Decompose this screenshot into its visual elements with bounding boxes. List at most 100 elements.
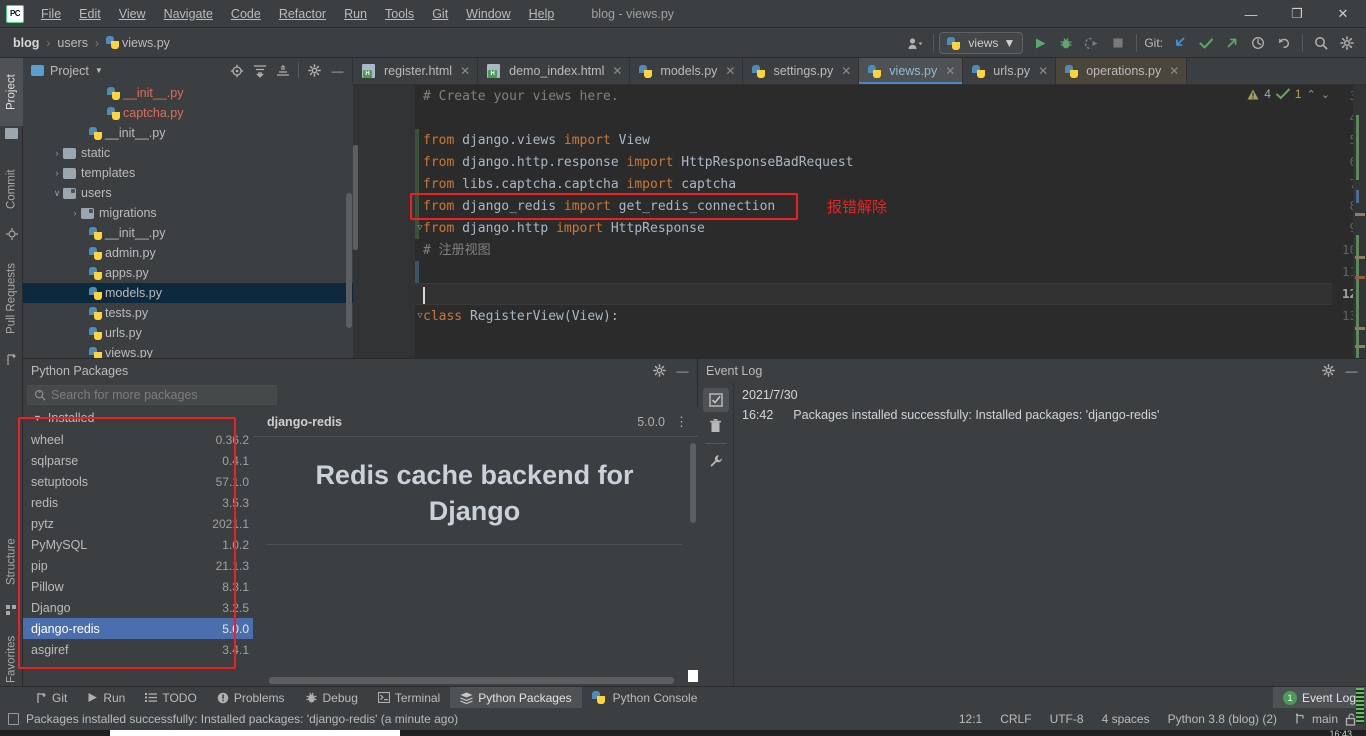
more-options-icon[interactable]: ⋮ xyxy=(675,414,688,430)
inspection-widget[interactable]: 4 1 ⌃ ⌄ xyxy=(1247,87,1330,101)
bottom-tab-debug[interactable]: Debug xyxy=(295,687,368,709)
bottom-tab-git[interactable]: Git xyxy=(26,687,77,709)
project-panel-title-group[interactable]: Project ▼ xyxy=(31,64,103,78)
package-row-sqlparse[interactable]: sqlparse 0.4.1 xyxy=(23,450,253,471)
code-editor[interactable]: 3 4 5 6 7 8 9 10 11 12 13 ▽ ▽ # Create y… xyxy=(353,85,1366,358)
tab-register-html[interactable]: register.html ✕ xyxy=(353,58,479,84)
rollback-icon[interactable] xyxy=(1271,31,1297,55)
tab-operations-py[interactable]: operations.py ✕ xyxy=(1056,58,1188,84)
package-row-django[interactable]: Django 3.2.5 xyxy=(23,597,253,618)
tree-item-captcha-py[interactable]: captcha.py xyxy=(23,103,353,123)
menu-refactor[interactable]: Refactor xyxy=(270,3,335,25)
chevron-down-icon[interactable]: ⌄ xyxy=(1321,88,1330,101)
close-button[interactable]: ✕ xyxy=(1320,0,1366,28)
tree-item-tests-py[interactable]: tests.py xyxy=(23,303,353,323)
collapse-all-icon[interactable] xyxy=(272,61,293,81)
package-detail-vscrollbar[interactable] xyxy=(690,443,696,523)
chevron-down-icon[interactable]: ∨ xyxy=(51,188,63,199)
expand-all-icon[interactable] xyxy=(249,61,270,81)
tree-item-urls-py[interactable]: urls.py xyxy=(23,323,353,343)
push-icon[interactable] xyxy=(1219,31,1245,55)
package-row-pytz[interactable]: pytz 2021.1 xyxy=(23,513,253,534)
menu-window[interactable]: Window xyxy=(457,3,519,25)
tree-item-apps-py[interactable]: apps.py xyxy=(23,263,353,283)
tab-demo-index-html[interactable]: demo_index.html ✕ xyxy=(478,58,631,84)
history-icon[interactable] xyxy=(1245,31,1271,55)
gutter-scrollbar[interactable] xyxy=(353,145,358,250)
profile-icon[interactable] xyxy=(902,31,928,55)
breadcrumb-users[interactable]: users xyxy=(54,35,91,51)
editor-gutter[interactable] xyxy=(353,85,415,358)
breadcrumb-blog[interactable]: blog xyxy=(10,35,42,51)
close-icon[interactable]: ✕ xyxy=(1038,64,1048,78)
package-row-redis[interactable]: redis 3.5.3 xyxy=(23,492,253,513)
tree-item-migrations[interactable]: › migrations xyxy=(23,203,353,223)
minimize-button[interactable]: — xyxy=(1228,0,1274,28)
search-icon[interactable] xyxy=(1308,31,1334,55)
installed-group-header[interactable]: ▼ Installed xyxy=(23,407,253,429)
tree-item-models-py[interactable]: models.py xyxy=(23,283,353,303)
hide-panel-icon[interactable]: — xyxy=(672,361,693,381)
hide-panel-icon[interactable]: — xyxy=(327,61,348,81)
close-icon[interactable]: ✕ xyxy=(841,64,851,78)
package-row-django-redis[interactable]: django-redis 5.0.0 xyxy=(23,618,253,639)
tree-item-static[interactable]: › static xyxy=(23,143,353,163)
close-icon[interactable]: ✕ xyxy=(460,64,470,78)
package-row-pip[interactable]: pip 21.1.3 xyxy=(23,555,253,576)
tree-item-views-py[interactable]: views.py xyxy=(23,343,353,358)
tab-settings-py[interactable]: settings.py ✕ xyxy=(743,58,860,84)
gear-icon[interactable] xyxy=(304,61,325,81)
run-configuration-selector[interactable]: views ▼ xyxy=(939,32,1024,54)
gear-icon[interactable] xyxy=(1334,31,1360,55)
hide-panel-icon[interactable]: — xyxy=(1341,361,1362,381)
package-row-setuptools[interactable]: setuptools 57.1.0 xyxy=(23,471,253,492)
tab-views-py[interactable]: views.py ✕ xyxy=(859,58,964,84)
menu-code[interactable]: Code xyxy=(222,3,270,25)
taskbar-window-item[interactable] xyxy=(110,730,400,736)
tree-item-captcha-init[interactable]: __init__.py xyxy=(23,83,353,103)
breadcrumb-views-py[interactable]: views.py xyxy=(103,35,173,51)
maximize-button[interactable]: ❐ xyxy=(1274,0,1320,28)
file-encoding[interactable]: UTF-8 xyxy=(1041,712,1093,726)
project-tree[interactable]: __init__.py captcha.py __init__.py › sta… xyxy=(23,83,353,358)
menu-help[interactable]: Help xyxy=(520,3,564,25)
commit-icon[interactable] xyxy=(1193,31,1219,55)
bottom-tab-event-log[interactable]: 1 Event Log xyxy=(1272,686,1366,709)
tab-models-py[interactable]: models.py ✕ xyxy=(630,58,744,84)
select-opened-file-icon[interactable] xyxy=(226,61,247,81)
bottom-tab-terminal[interactable]: Terminal xyxy=(368,687,450,709)
bottom-tab-todo[interactable]: TODO xyxy=(135,687,206,709)
tree-item-admin-py[interactable]: admin.py xyxy=(23,243,353,263)
package-row-pillow[interactable]: Pillow 8.3.1 xyxy=(23,576,253,597)
close-icon[interactable]: ✕ xyxy=(612,64,622,78)
indent-setting[interactable]: 4 spaces xyxy=(1093,712,1159,726)
menu-view[interactable]: View xyxy=(110,3,155,25)
run-coverage-button[interactable] xyxy=(1079,31,1105,55)
menu-run[interactable]: Run xyxy=(335,3,376,25)
menu-navigate[interactable]: Navigate xyxy=(155,3,222,25)
update-project-icon[interactable] xyxy=(1167,31,1193,55)
sidebar-item-pull-requests[interactable]: Pull Requests xyxy=(0,246,23,351)
debug-button[interactable] xyxy=(1053,31,1079,55)
bottom-tab-python-console[interactable]: Python Console xyxy=(582,687,708,709)
close-icon[interactable]: ✕ xyxy=(945,64,955,78)
menu-edit[interactable]: Edit xyxy=(70,3,110,25)
installed-packages-list[interactable]: ▼ Installed wheel 0.36.2 sqlparse 0.4.1 … xyxy=(23,407,253,687)
tree-item-templates[interactable]: › templates xyxy=(23,163,353,183)
wrench-icon[interactable] xyxy=(703,449,729,473)
stop-button[interactable] xyxy=(1105,31,1131,55)
bottom-tab-run[interactable]: Run xyxy=(77,687,135,709)
bottom-tab-problems[interactable]: Problems xyxy=(207,687,295,709)
package-row-wheel[interactable]: wheel 0.36.2 xyxy=(23,429,253,450)
close-icon[interactable]: ✕ xyxy=(725,64,735,78)
menu-tools[interactable]: Tools xyxy=(376,3,423,25)
tree-item-users[interactable]: ∨ users xyxy=(23,183,353,203)
bottom-tab-python-packages[interactable]: Python Packages xyxy=(450,686,582,709)
status-message-group[interactable]: Packages installed successfully: Install… xyxy=(8,712,458,726)
tree-item-libs-init[interactable]: __init__.py xyxy=(23,123,353,143)
python-interpreter[interactable]: Python 3.8 (blog) (2) xyxy=(1159,712,1286,726)
project-tree-scrollbar[interactable] xyxy=(346,193,352,328)
close-icon[interactable]: ✕ xyxy=(1169,64,1179,78)
package-row-pymysql[interactable]: PyMySQL 1.0.2 xyxy=(23,534,253,555)
sidebar-item-structure[interactable]: Structure xyxy=(0,523,23,601)
